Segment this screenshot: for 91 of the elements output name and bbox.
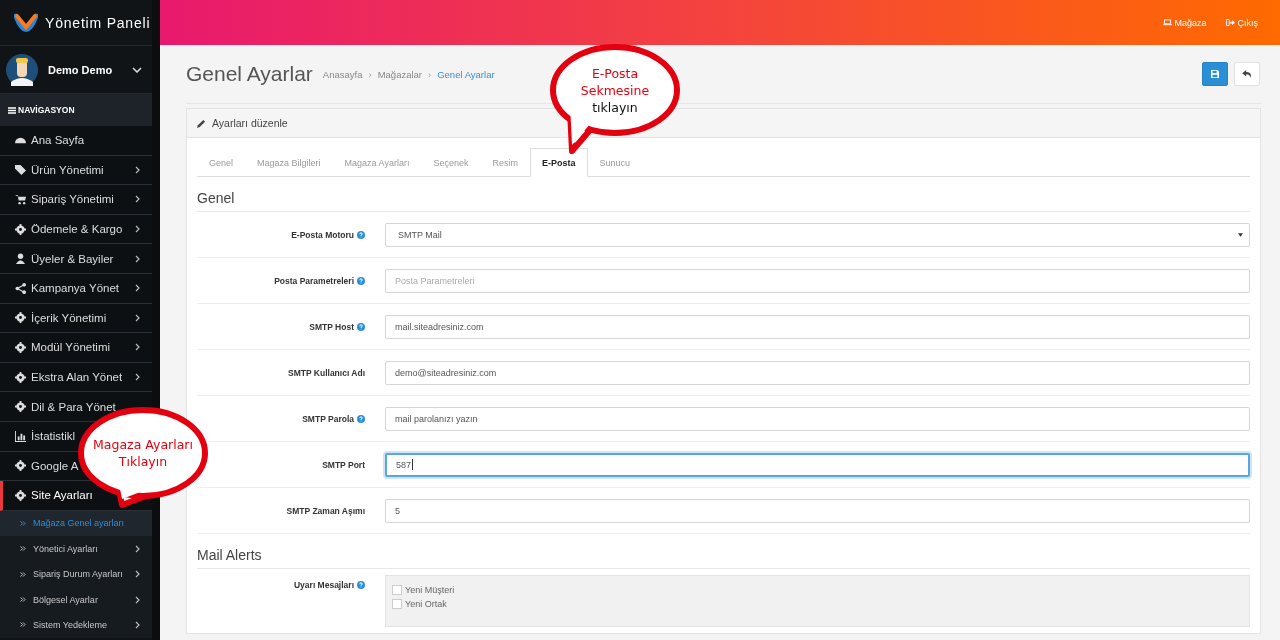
user-icon [15, 253, 26, 265]
sign-out-icon [1226, 19, 1236, 26]
help-icon [357, 230, 365, 239]
field-label: SMTP Zaman Aşımı [286, 505, 365, 516]
field-label: E-Posta Motoru [291, 229, 354, 240]
callout-text: E-Posta [591, 64, 639, 82]
chart-icon [15, 430, 26, 442]
chevron-right-icon [135, 284, 140, 293]
input-field[interactable]: mail.siteadresiniz.com [385, 314, 1250, 339]
help-icon [357, 322, 365, 331]
double-chevron-icon [20, 520, 26, 526]
menu-icon [8, 106, 16, 114]
sidebar-item[interactable]: Kampanya Yönet [0, 273, 152, 304]
share-icon [15, 282, 26, 294]
input-field[interactable]: 5 [385, 498, 1250, 523]
sidebar-item[interactable]: İçerik Yönetimi [0, 303, 152, 334]
chevron-right-icon [135, 620, 140, 629]
submenu-item[interactable]: Mağaza Genel ayarları [0, 510, 152, 537]
sidebar-item[interactable]: Ürün Yönetimi [0, 155, 152, 186]
input-field[interactable]: mail parolanızı yazın [385, 406, 1250, 431]
select-field[interactable]: SMTP Mail [385, 222, 1250, 247]
double-chevron-icon [20, 622, 26, 628]
sidebar-item[interactable]: Sipariş Yönetimi [0, 185, 152, 215]
sidebar-item[interactable]: Ana Sayfa [0, 126, 152, 156]
laptop-icon [1163, 19, 1173, 26]
input-field[interactable]: demo@siteadresiniz.com [385, 360, 1250, 385]
section-heading: Mail Alerts [197, 534, 1250, 569]
breadcrumb-separator: › [428, 68, 432, 80]
pencil-icon [197, 118, 206, 128]
double-chevron-icon [20, 571, 26, 577]
submenu-item[interactable]: Sipariş Durum Ayarları [0, 561, 152, 587]
field-label: Uyarı Mesajları [294, 580, 354, 590]
gear-icon [15, 341, 26, 353]
help-icon [357, 276, 365, 285]
page-title: Genel Ayarlar [186, 62, 313, 86]
callout-text: tıklayın [592, 98, 638, 116]
double-chevron-icon [20, 546, 26, 552]
sidebar-item[interactable]: Modül Yönetimi [0, 333, 152, 363]
gear-icon [15, 223, 26, 235]
checkbox[interactable] [392, 585, 402, 595]
avatar-icon [6, 53, 38, 86]
gear-icon [15, 312, 26, 324]
logo-icon [14, 12, 38, 33]
chevron-right-icon [135, 195, 140, 204]
submenu-item[interactable]: Sistem Yedekleme [0, 612, 152, 638]
input-field[interactable]: 587 [385, 452, 1250, 477]
chevron-right-icon [135, 254, 140, 263]
chevron-right-icon [135, 313, 140, 322]
chevron-right-icon [135, 570, 140, 579]
nav-header: NAVİGASYON [18, 105, 75, 115]
breadcrumb-separator: › [368, 68, 372, 80]
sidebar-item[interactable]: Ekstra Alan Yönet [0, 362, 152, 393]
field-label: SMTP Port [322, 459, 365, 470]
chevron-right-icon [135, 343, 140, 352]
help-icon [357, 414, 365, 423]
checkbox-label: Yeni Müşteri [405, 585, 455, 595]
user-name: Demo Demo [48, 63, 114, 76]
checkbox-label: Yeni Ortak [405, 599, 447, 609]
callout-text: Sekmesine [580, 81, 650, 99]
chevron-right-icon [135, 225, 140, 234]
field-label: SMTP Kullanıcı Adı [288, 367, 365, 378]
field-label: Posta Parametreleri [274, 275, 354, 286]
undo-icon [1242, 70, 1252, 78]
chevron-right-icon [135, 544, 140, 553]
chevron-right-icon [135, 595, 140, 604]
checkbox[interactable] [392, 599, 402, 609]
field-label: SMTP Host [309, 321, 354, 332]
section-heading: Genel [197, 177, 1250, 212]
back-button[interactable] [1234, 62, 1260, 86]
tab[interactable]: E-Posta [530, 148, 588, 177]
card-title: Ayarları düzenle [212, 117, 288, 129]
field-label: SMTP Parola [302, 413, 354, 424]
gear-icon [15, 460, 26, 472]
brand-title: Yönetim Paneli [45, 14, 151, 31]
dropdown-caret-icon [1238, 232, 1243, 237]
chevron-down-icon[interactable] [132, 66, 142, 73]
save-icon [1211, 70, 1219, 78]
gear-icon [15, 489, 26, 501]
save-button[interactable] [1202, 62, 1228, 86]
chevron-right-icon [135, 373, 140, 382]
gear-icon [15, 401, 26, 413]
sidebar-item[interactable]: Ödemele & Kargo [0, 214, 152, 245]
cart-icon [15, 194, 26, 205]
sidebar-item[interactable]: Üyeler & Bayiler [0, 244, 152, 274]
help-icon [357, 581, 365, 589]
chevron-right-icon [135, 165, 140, 174]
double-chevron-icon [20, 597, 26, 603]
submenu-item[interactable]: Bölgesel Ayarlar [0, 586, 152, 613]
gear-icon [15, 371, 26, 383]
submenu-item[interactable]: Yönetici Ayarları [0, 536, 152, 562]
tag-icon [15, 164, 26, 176]
